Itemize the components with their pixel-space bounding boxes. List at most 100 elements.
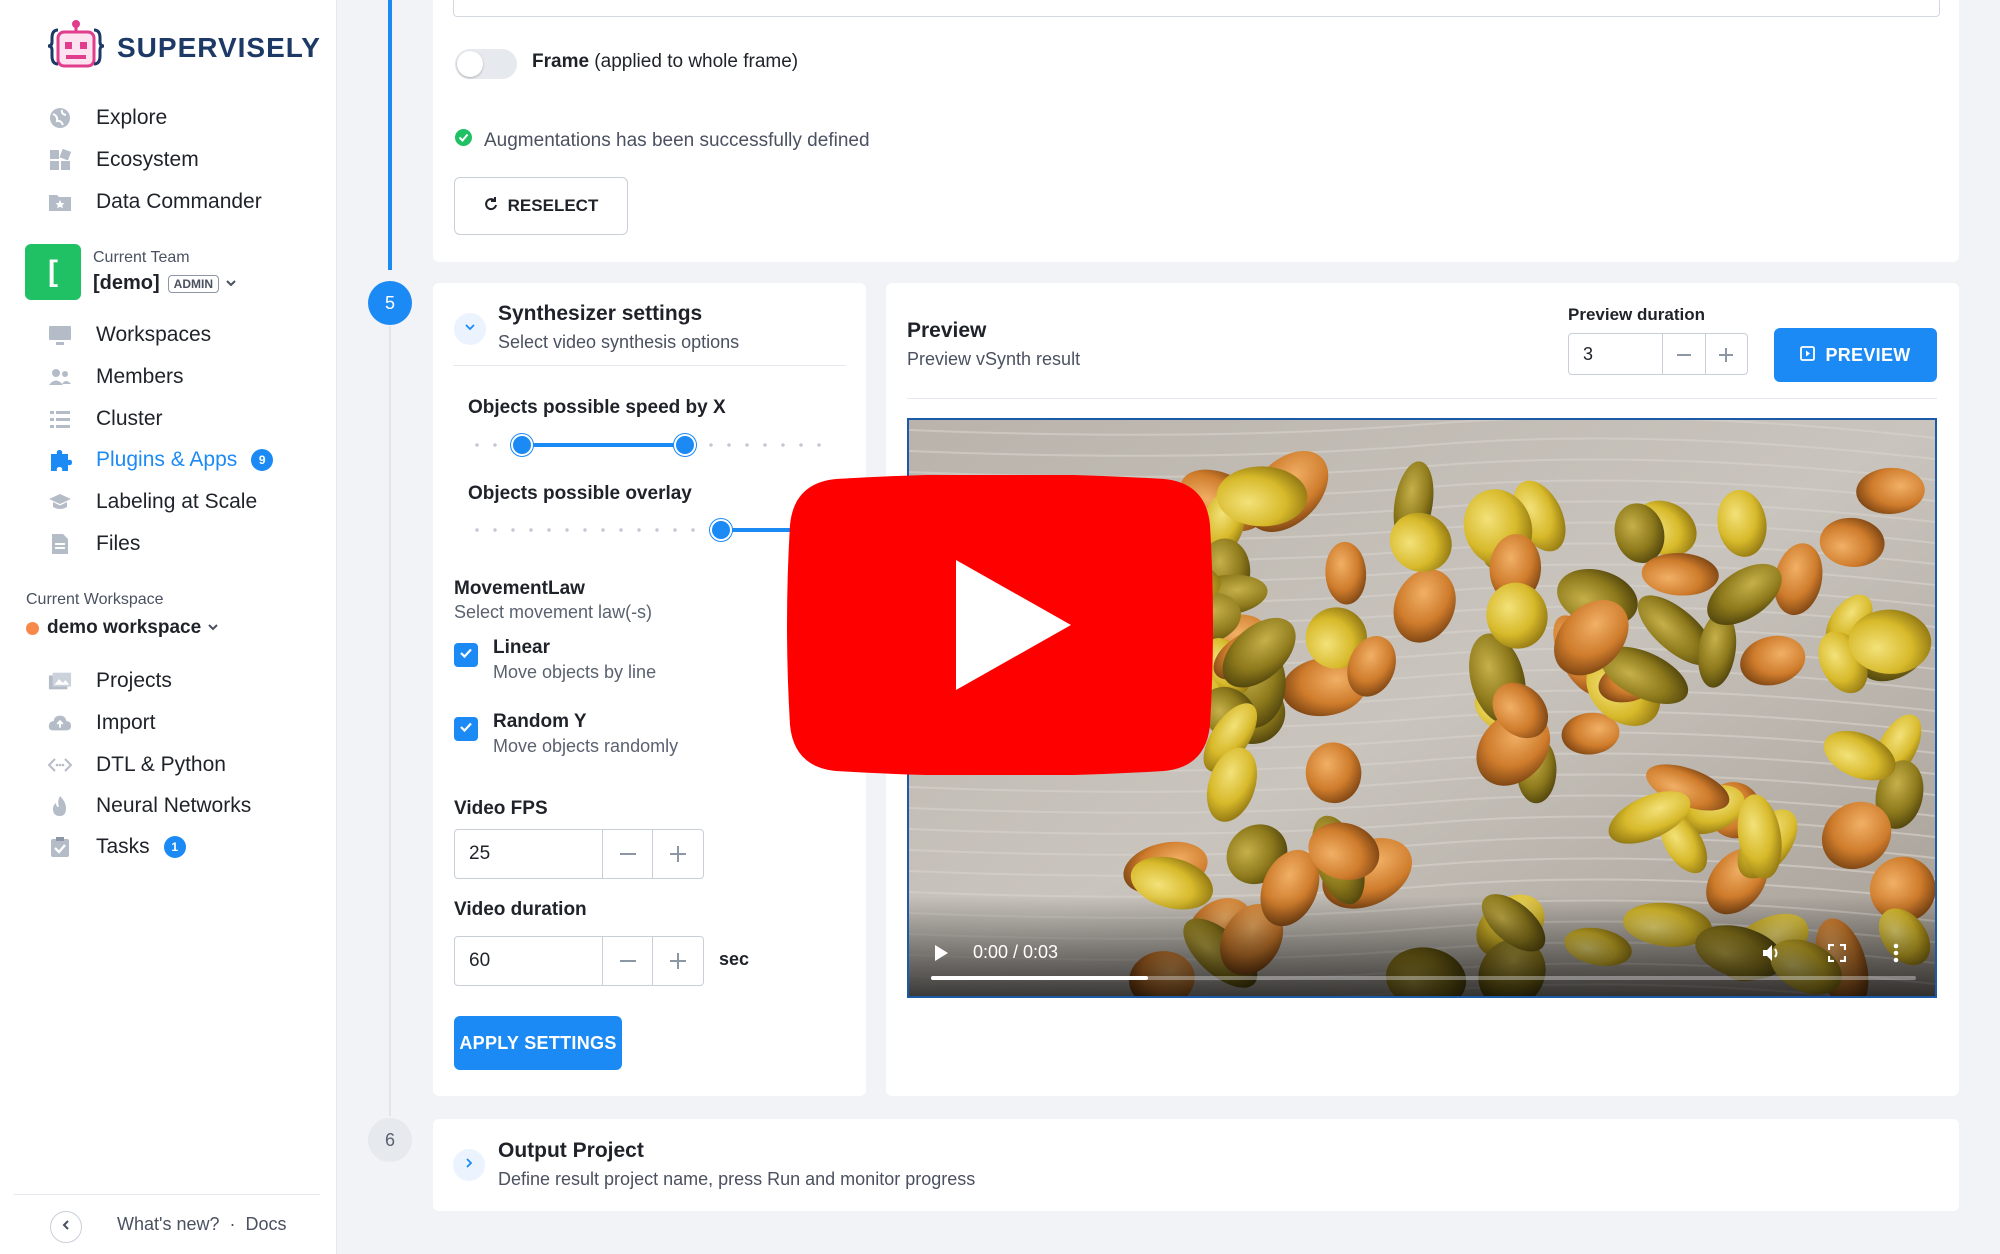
preview-subtitle: Preview vSynth result bbox=[907, 349, 1081, 369]
chevron-down-icon bbox=[207, 617, 219, 639]
sidebar: SUPERVISELY Explore Ecosystem Data Comma… bbox=[0, 0, 337, 1254]
speed-range-slider[interactable] bbox=[468, 434, 830, 456]
output-project-card[interactable]: Output Project Define result project nam… bbox=[433, 1119, 1959, 1211]
plus-icon bbox=[669, 837, 687, 871]
sidebar-item-label: Projects bbox=[96, 669, 172, 692]
sidebar-item-import[interactable]: Import bbox=[48, 705, 156, 741]
preview-button[interactable]: PREVIEW bbox=[1774, 328, 1937, 382]
augmentations-textarea[interactable] bbox=[453, 0, 1940, 17]
reselect-label: RESELECT bbox=[507, 196, 599, 215]
sidebar-item-data-commander[interactable]: Data Commander bbox=[48, 184, 262, 220]
current-workspace-caption: Current Workspace bbox=[26, 591, 164, 608]
duration-label: Video duration bbox=[454, 899, 587, 920]
sidebar-item-explore[interactable]: Explore bbox=[48, 100, 167, 136]
augmentations-card: Frame (applied to whole frame) Augmentat… bbox=[433, 0, 1959, 262]
expand-section-button[interactable] bbox=[453, 1149, 485, 1181]
check-circle-icon bbox=[455, 129, 472, 152]
slider-min-knob[interactable] bbox=[511, 434, 534, 456]
random-y-checkbox[interactable] bbox=[454, 717, 478, 741]
output-subtitle: Define result project name, press Run an… bbox=[498, 1169, 976, 1189]
sidebar-item-files[interactable]: Files bbox=[48, 526, 140, 562]
sidebar-item-dtl-python[interactable]: DTL & Python bbox=[48, 747, 226, 783]
sidebar-item-label: Plugins & Apps bbox=[96, 448, 238, 471]
more-options-icon[interactable] bbox=[1893, 943, 1899, 968]
sidebar-item-label: DTL & Python bbox=[96, 753, 226, 776]
sidebar-item-label: Neural Networks bbox=[96, 794, 252, 817]
sidebar-item-projects[interactable]: Projects bbox=[48, 663, 172, 699]
frame-toggle[interactable] bbox=[455, 49, 517, 79]
clipboard-check-icon bbox=[48, 835, 72, 859]
fps-input[interactable]: 25 bbox=[455, 830, 603, 878]
preview-duration-input[interactable]: 3 bbox=[1569, 334, 1664, 374]
plus-icon bbox=[1718, 337, 1734, 371]
minus-icon bbox=[619, 837, 637, 871]
sidebar-item-workspaces[interactable]: Workspaces bbox=[48, 317, 211, 353]
fullscreen-icon[interactable] bbox=[1827, 943, 1847, 967]
fps-decrement-button[interactable] bbox=[603, 830, 653, 878]
workspace-selector[interactable]: demo workspace bbox=[26, 617, 219, 639]
sidebar-item-label: Explore bbox=[96, 106, 168, 129]
play-icon[interactable] bbox=[933, 944, 949, 967]
images-icon bbox=[48, 669, 72, 693]
duration-stepper[interactable]: 60 bbox=[454, 936, 704, 986]
duration-unit: sec bbox=[719, 949, 750, 969]
fps-increment-button[interactable] bbox=[652, 830, 703, 878]
reselect-button[interactable]: RESELECT bbox=[454, 177, 628, 235]
sidebar-item-ecosystem[interactable]: Ecosystem bbox=[48, 142, 199, 178]
checkmark-icon bbox=[458, 645, 474, 666]
sidebar-item-label: Import bbox=[96, 711, 156, 734]
section-divider bbox=[453, 365, 846, 366]
slider-max-knob[interactable] bbox=[674, 434, 697, 456]
monitor-icon bbox=[48, 323, 72, 347]
checkmark-icon bbox=[458, 719, 474, 740]
sidebar-item-label: Files bbox=[96, 532, 141, 555]
sidebar-item-labeling-at-scale[interactable]: Labeling at Scale bbox=[48, 484, 257, 520]
linear-label: Linear bbox=[493, 637, 551, 658]
linear-checkbox[interactable] bbox=[454, 643, 478, 667]
overlay-slider[interactable] bbox=[468, 519, 830, 541]
preview-duration-increment-button[interactable] bbox=[1704, 334, 1747, 374]
apply-settings-button[interactable]: APPLY SETTINGS bbox=[454, 1016, 622, 1070]
star-folder-icon bbox=[48, 190, 72, 214]
sidebar-item-members[interactable]: Members bbox=[48, 359, 184, 395]
fps-label: Video FPS bbox=[454, 798, 548, 819]
chevron-down-icon bbox=[225, 272, 237, 295]
video-progress-track[interactable] bbox=[931, 976, 1916, 980]
duration-increment-button[interactable] bbox=[652, 937, 703, 985]
workspace-name: demo workspace bbox=[47, 617, 202, 638]
robot-logo-icon bbox=[47, 20, 105, 68]
team-selector[interactable]: [demo] ADMIN bbox=[93, 272, 237, 295]
sidebar-item-tasks[interactable]: Tasks 1 bbox=[48, 829, 186, 865]
synth-title: Synthesizer settings bbox=[498, 302, 703, 325]
minus-icon bbox=[619, 944, 637, 978]
slider-knob[interactable] bbox=[710, 519, 733, 541]
duration-decrement-button[interactable] bbox=[603, 937, 653, 985]
sidebar-footer-divider bbox=[14, 1194, 320, 1195]
docs-link[interactable]: Docs bbox=[245, 1214, 286, 1235]
whats-new-link[interactable]: What's new? bbox=[117, 1214, 219, 1235]
puzzle-icon bbox=[48, 448, 72, 472]
preview-duration-decrement-button[interactable] bbox=[1663, 334, 1704, 374]
sidebar-item-neural-networks[interactable]: Neural Networks bbox=[48, 788, 251, 824]
sidebar-item-label: Members bbox=[96, 365, 184, 388]
preview-duration-stepper[interactable]: 3 bbox=[1568, 333, 1748, 375]
step-6-indicator: 6 bbox=[368, 1118, 412, 1162]
volume-icon[interactable] bbox=[1761, 943, 1783, 968]
team-avatar[interactable]: [ bbox=[25, 244, 81, 300]
preview-duration-label: Preview duration bbox=[1568, 305, 1705, 324]
duration-input[interactable]: 60 bbox=[455, 937, 603, 985]
output-title: Output Project bbox=[498, 1139, 644, 1162]
youtube-play-icon[interactable] bbox=[786, 475, 1214, 775]
frame-toggle-label-bold: Frame bbox=[532, 51, 590, 72]
collapse-sidebar-button[interactable] bbox=[50, 1211, 82, 1243]
collapse-section-button[interactable] bbox=[454, 313, 486, 345]
video-progress-fill bbox=[931, 976, 1148, 980]
random-y-label: Random Y bbox=[493, 711, 587, 732]
success-text: Augmentations has been successfully defi… bbox=[484, 129, 870, 151]
fps-stepper[interactable]: 25 bbox=[454, 829, 704, 879]
toggle-knob bbox=[457, 51, 483, 77]
frame-toggle-label: Frame (applied to whole frame) bbox=[532, 51, 798, 73]
cloud-upload-icon bbox=[48, 711, 72, 735]
sidebar-item-cluster[interactable]: Cluster bbox=[48, 401, 163, 437]
sidebar-item-plugins-apps[interactable]: Plugins & Apps 9 bbox=[48, 442, 274, 478]
